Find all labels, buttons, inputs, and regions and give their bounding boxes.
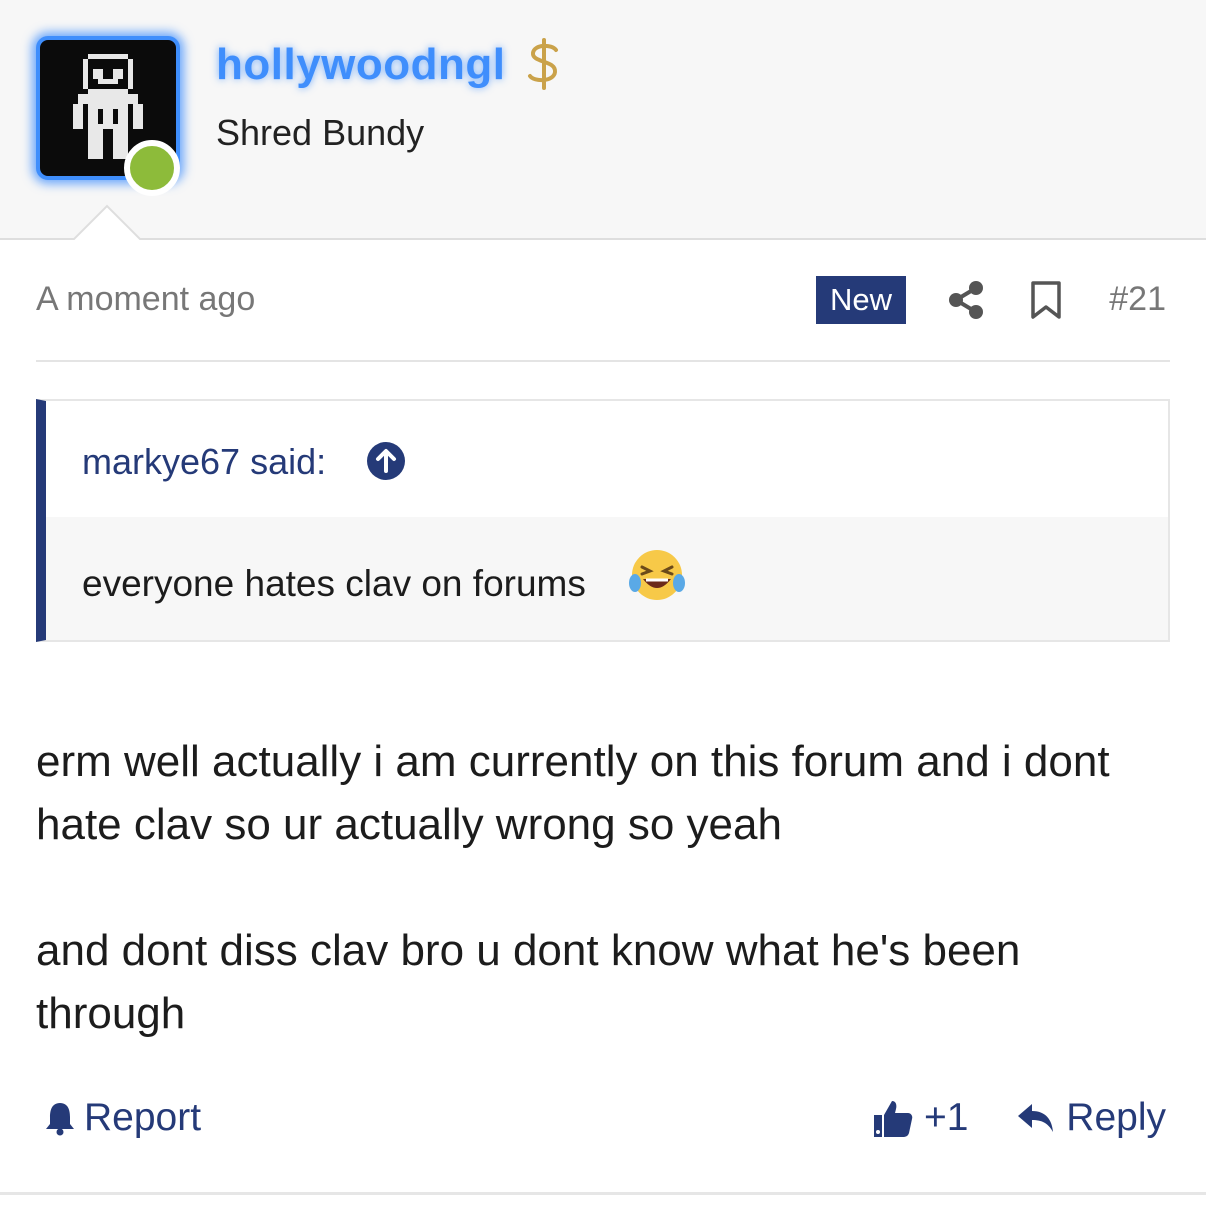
quote-body: everyone hates clav on forums — [46, 517, 1168, 640]
username-link[interactable]: hollywoodngl — [216, 40, 506, 90]
quote-author[interactable]: markye67 said: — [82, 441, 326, 483]
dollar-icon — [528, 38, 558, 90]
quote-block: markye67 said: everyone hates clav on fo… — [36, 399, 1170, 642]
post-meta-bar: A moment ago New #21 — [36, 270, 1170, 362]
thumbs-up-icon — [874, 1101, 913, 1137]
quote-header: markye67 said: — [46, 401, 1168, 517]
post-paragraph: and dont diss clav bro u dont know what … — [36, 926, 1021, 1038]
bookmark-icon[interactable] — [1030, 280, 1062, 320]
arrow-up-circle-icon[interactable] — [366, 441, 406, 481]
reply-label: Reply — [1066, 1096, 1166, 1139]
report-button[interactable]: Report — [44, 1096, 201, 1140]
user-header: hollywoodngl Shred Bundy — [0, 0, 1206, 242]
share-icon[interactable] — [946, 280, 986, 320]
reply-arrow-icon — [1018, 1104, 1054, 1132]
report-label: Report — [84, 1096, 202, 1139]
header-pointer — [72, 204, 142, 242]
reply-button[interactable]: Reply — [1016, 1096, 1166, 1140]
post-actions: Report +1 Reply — [36, 1090, 1170, 1150]
forum-post: hollywoodngl Shred Bundy A moment ago Ne… — [0, 0, 1206, 1214]
post-timestamp[interactable]: A moment ago — [36, 280, 255, 319]
bell-icon — [46, 1103, 74, 1136]
quote-text: everyone hates clav on forums — [82, 563, 586, 604]
like-count: +1 — [924, 1096, 969, 1139]
like-button[interactable]: +1 — [872, 1096, 968, 1140]
post-paragraph: erm well actually i am currently on this… — [36, 737, 1110, 849]
user-title: Shred Bundy — [216, 112, 425, 153]
post-body: erm well actually i am currently on this… — [36, 730, 1176, 1045]
divider — [0, 1192, 1206, 1195]
online-status-dot — [124, 140, 180, 196]
new-badge: New — [816, 276, 906, 324]
post-number[interactable]: #21 — [1109, 280, 1166, 319]
crying-laughing-emoji — [629, 550, 685, 600]
avatar-wrap[interactable] — [36, 36, 180, 196]
